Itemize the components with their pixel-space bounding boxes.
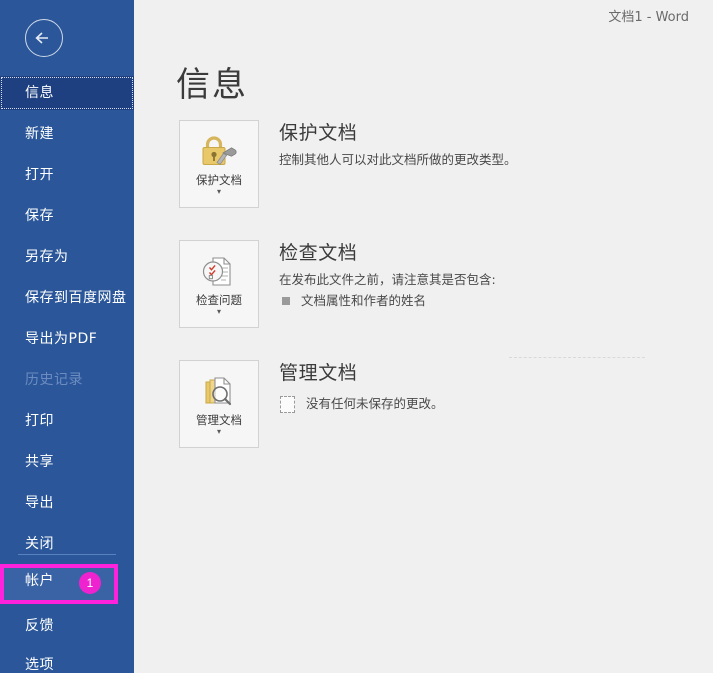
- manage-document-button[interactable]: 管理文档 ▾: [179, 360, 259, 448]
- inspect-document-subline-row: 文档属性和作者的姓名: [279, 291, 694, 311]
- sidebar-item-label: 保存到百度网盘: [25, 290, 127, 306]
- manage-document-label: 管理文档: [196, 413, 242, 427]
- sidebar-item-share[interactable]: 共享: [0, 445, 134, 479]
- protect-document-label: 保护文档: [196, 173, 242, 187]
- sidebar-item-history: 历史记录: [0, 363, 134, 397]
- sidebar-item-label: 导出: [25, 495, 54, 511]
- protect-document-text: 控制其他人可以对此文档所做的更改类型。: [279, 152, 517, 167]
- inspect-document-text: 在发布此文件之前，请注意其是否包含:: [279, 272, 496, 287]
- sidebar-item-save-as[interactable]: 另存为: [0, 240, 134, 274]
- sidebar-divider: [18, 554, 116, 555]
- back-arrow-button[interactable]: [25, 19, 63, 57]
- back-arrow-icon: [35, 32, 48, 44]
- lock-key-icon: [180, 129, 258, 173]
- dashed-document-icon: [280, 395, 295, 413]
- inspect-document-subline: 文档属性和作者的姓名: [301, 293, 427, 308]
- chevron-down-icon: ▾: [216, 427, 221, 436]
- check-for-issues-button[interactable]: 检查问题 ▾: [179, 240, 259, 328]
- backstage-sidebar: 信息 新建 打开 保存 另存为 保存到百度网盘 导出为PDF 历史记录 打印 共…: [0, 0, 134, 673]
- sidebar-item-label: 关闭: [25, 536, 54, 552]
- protect-document-button[interactable]: 保护文档 ▾: [179, 120, 259, 208]
- sidebar-item-label: 保存: [25, 208, 54, 224]
- chevron-down-icon: ▾: [216, 307, 221, 316]
- sidebar-item-label: 打印: [25, 413, 54, 429]
- square-bullet-icon: [282, 297, 290, 305]
- sidebar-item-save-to-baidu[interactable]: 保存到百度网盘: [0, 281, 134, 315]
- decorative-dashed-rule: [509, 357, 645, 358]
- sidebar-item-save[interactable]: 保存: [0, 199, 134, 233]
- sidebar-item-label: 共享: [25, 454, 54, 470]
- sidebar-item-label: 导出为PDF: [25, 331, 98, 347]
- sidebar-item-feedback[interactable]: 反馈: [0, 609, 134, 643]
- sidebar-item-label: 信息: [25, 85, 54, 101]
- inspect-document-heading: 检查文档: [279, 242, 358, 264]
- inspect-document-body: 检查文档 在发布此文件之前，请注意其是否包含: 文档属性和作者的姓名: [279, 240, 694, 311]
- sidebar-item-label: 选项: [25, 657, 54, 673]
- sidebar-item-label: 历史记录: [25, 372, 83, 388]
- sidebar-item-options[interactable]: 选项: [0, 648, 134, 673]
- sidebar-item-label: 新建: [25, 126, 54, 142]
- step-badge-1: 1: [79, 572, 101, 594]
- sidebar-item-export[interactable]: 导出: [0, 486, 134, 520]
- sidebar-item-label: 反馈: [25, 618, 54, 634]
- sidebar-item-open[interactable]: 打开: [0, 158, 134, 192]
- protect-document-heading: 保护文档: [279, 122, 358, 144]
- chevron-down-icon: ▾: [216, 187, 221, 196]
- sidebar-item-close[interactable]: 关闭: [0, 527, 134, 561]
- sidebar-item-new[interactable]: 新建: [0, 117, 134, 151]
- sidebar-item-export-pdf[interactable]: 导出为PDF: [0, 322, 134, 356]
- manage-document-subline: 没有任何未保存的更改。: [306, 396, 444, 411]
- manage-document-heading: 管理文档: [279, 362, 358, 384]
- sidebar-item-print[interactable]: 打印: [0, 404, 134, 438]
- check-for-issues-label: 检查问题: [196, 293, 242, 307]
- manage-documents-icon: [180, 369, 258, 413]
- sidebar-item-info[interactable]: 信息: [0, 76, 134, 110]
- window-title: 文档1 - Word: [608, 10, 689, 25]
- page-title: 信息: [176, 65, 248, 105]
- backstage-main-pane: 文档1 - Word 信息 保护文档 ▾ 保护文档 控制其他人可以对此文档所做的…: [134, 0, 713, 673]
- protect-document-body: 保护文档 控制其他人可以对此文档所做的更改类型。: [279, 120, 694, 169]
- manage-document-subline-row: 没有任何未保存的更改。: [279, 394, 694, 414]
- sidebar-item-label: 打开: [25, 167, 54, 183]
- manage-document-body: 管理文档 没有任何未保存的更改。: [279, 360, 694, 414]
- document-inspect-icon: [180, 249, 258, 293]
- sidebar-item-label: 帐户: [25, 573, 54, 589]
- sidebar-item-label: 另存为: [25, 249, 69, 265]
